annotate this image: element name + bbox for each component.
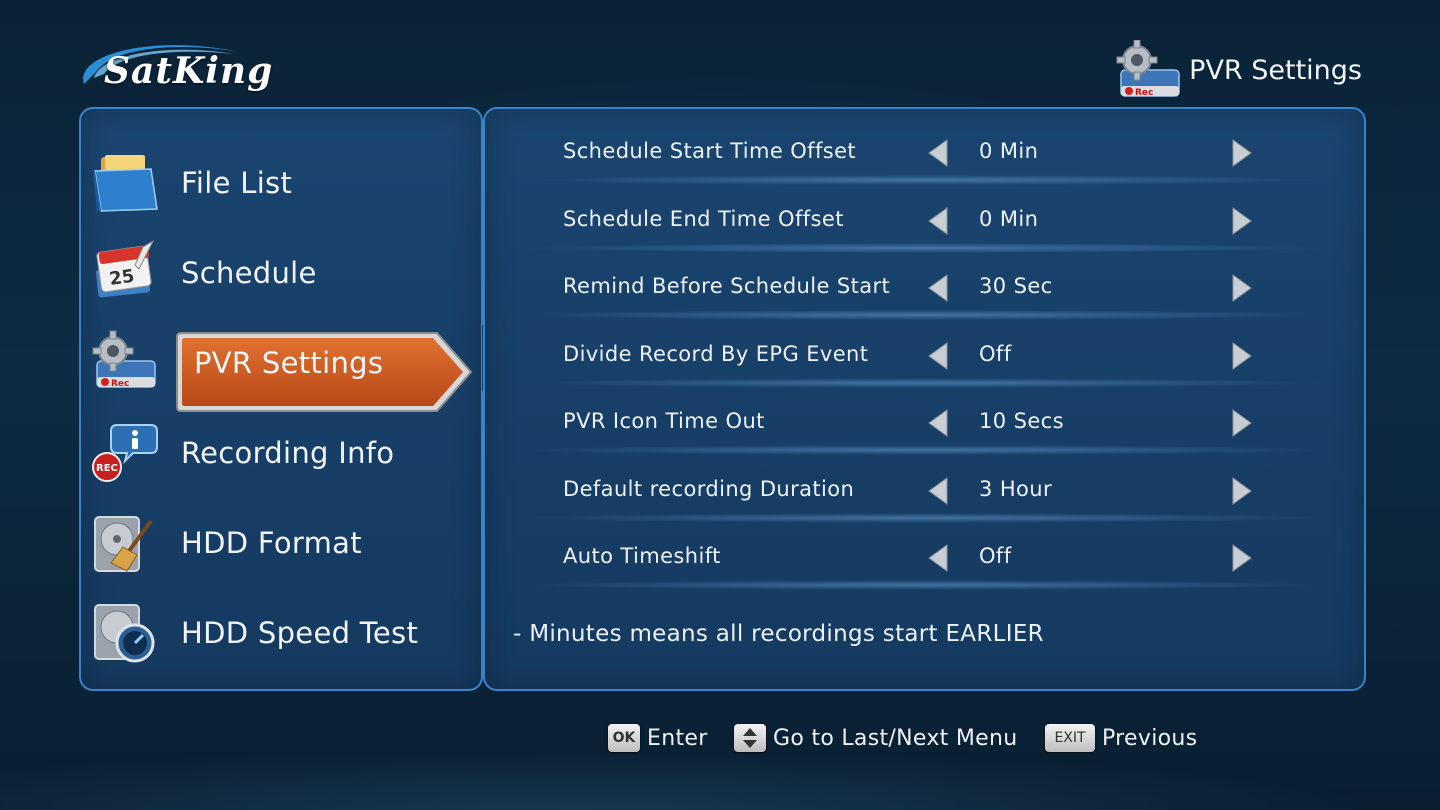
sidebar-item-label: HDD Speed Test — [181, 616, 419, 650]
svg-text:REC: REC — [96, 463, 118, 474]
arrow-left-icon[interactable] — [925, 138, 951, 168]
arrow-left-icon[interactable] — [925, 476, 951, 506]
sidebar-item-label: Recording Info — [181, 436, 395, 470]
sidebar-item-label: Schedule — [181, 256, 317, 290]
setting-label: PVR Icon Time Out — [563, 409, 765, 433]
setting-row-remind-before-start[interactable]: Remind Before Schedule Start 30 Sec — [525, 260, 1325, 320]
row-divider — [525, 310, 1325, 320]
arrow-left-icon[interactable] — [925, 341, 951, 371]
folder-icon — [93, 155, 158, 212]
row-divider — [525, 175, 1325, 185]
sidebar-menu: File List 25 Schedule Rec PVR Settings R… — [79, 107, 483, 691]
sidebar-item-hdd-format[interactable]: HDD Format — [81, 503, 481, 583]
sidebar-item-label: PVR Settings — [194, 346, 384, 380]
calendar-day: 25 — [108, 266, 136, 290]
arrow-left-icon[interactable] — [925, 408, 951, 438]
ok-key-icon: OK — [608, 724, 640, 752]
sidebar-item-recording-info[interactable]: REC Recording Info — [81, 413, 481, 493]
page-title: PVR Settings — [1189, 54, 1362, 86]
calendar-icon: 25 — [95, 239, 155, 298]
key-legend: OK Enter Go to Last/Next Menu EXIT Previ… — [0, 722, 1440, 756]
ok-key-label: Enter — [647, 726, 708, 751]
setting-value: Off — [979, 544, 1012, 568]
arrow-right-icon[interactable] — [1229, 206, 1255, 236]
row-divider — [525, 378, 1325, 388]
setting-label: Schedule Start Time Offset — [563, 139, 857, 163]
sidebar-item-label: HDD Format — [181, 526, 362, 560]
hdd-speed-icon — [94, 604, 155, 663]
sidebar-item-hdd-speed-test[interactable]: HDD Speed Test — [81, 593, 481, 673]
arrow-right-icon[interactable] — [1229, 273, 1255, 303]
setting-value: 3 Hour — [979, 477, 1053, 501]
pvr-gear-rec-icon: Rec — [92, 330, 156, 389]
rec-info-icon: REC — [92, 424, 158, 482]
setting-label: Default recording Duration — [563, 477, 855, 501]
exit-key-label: Previous — [1102, 726, 1198, 751]
sidebar-item-file-list[interactable]: File List — [81, 143, 481, 223]
arrow-left-icon[interactable] — [925, 206, 951, 236]
row-divider — [525, 445, 1325, 455]
setting-value: 30 Sec — [979, 274, 1053, 298]
brand-name: SatKing — [104, 50, 274, 92]
satking-logo: SatKing — [74, 34, 272, 104]
setting-row-pvr-icon-timeout[interactable]: PVR Icon Time Out 10 Secs — [525, 395, 1325, 455]
setting-row-divide-record-epg[interactable]: Divide Record By EPG Event Off — [525, 328, 1325, 388]
hdd-broom-icon — [94, 516, 153, 572]
settings-panel: Schedule Start Time Offset 0 Min Schedul… — [483, 107, 1366, 691]
row-divider — [525, 513, 1325, 523]
up-down-key-label: Go to Last/Next Menu — [773, 726, 1018, 751]
up-down-key-icon — [734, 724, 766, 752]
svg-text:Rec: Rec — [1135, 88, 1153, 98]
sidebar-item-label: File List — [181, 166, 293, 200]
svg-text:Rec: Rec — [111, 379, 129, 389]
arrow-right-icon[interactable] — [1229, 138, 1255, 168]
help-hint: - Minutes means all recordings start EAR… — [513, 621, 1044, 647]
arrow-right-icon[interactable] — [1229, 543, 1255, 573]
setting-row-default-recording-duration[interactable]: Default recording Duration 3 Hour — [525, 463, 1325, 523]
setting-label: Remind Before Schedule Start — [563, 274, 891, 298]
setting-value: 0 Min — [979, 207, 1039, 231]
pvr-gear-rec-icon: Rec — [1116, 40, 1180, 98]
setting-value: 10 Secs — [979, 409, 1064, 433]
sidebar-item-pvr-settings[interactable]: Rec PVR Settings — [81, 323, 481, 412]
arrow-left-icon[interactable] — [925, 543, 951, 573]
arrow-right-icon[interactable] — [1229, 408, 1255, 438]
arrow-right-icon[interactable] — [1229, 476, 1255, 506]
arrow-right-icon[interactable] — [1229, 341, 1255, 371]
page-header: Rec PVR Settings — [1115, 40, 1362, 100]
setting-row-schedule-start-offset[interactable]: Schedule Start Time Offset 0 Min — [525, 125, 1325, 185]
setting-value: 0 Min — [979, 139, 1039, 163]
sidebar-item-schedule[interactable]: 25 Schedule — [81, 233, 481, 313]
setting-row-auto-timeshift[interactable]: Auto Timeshift Off — [525, 530, 1325, 590]
setting-row-schedule-end-offset[interactable]: Schedule End Time Offset 0 Min — [525, 193, 1325, 253]
setting-label: Schedule End Time Offset — [563, 207, 844, 231]
row-divider — [525, 580, 1325, 590]
setting-label: Auto Timeshift — [563, 544, 721, 568]
exit-key-icon: EXIT — [1045, 724, 1095, 752]
setting-label: Divide Record By EPG Event — [563, 342, 869, 366]
row-divider — [525, 243, 1325, 253]
setting-value: Off — [979, 342, 1012, 366]
arrow-left-icon[interactable] — [925, 273, 951, 303]
